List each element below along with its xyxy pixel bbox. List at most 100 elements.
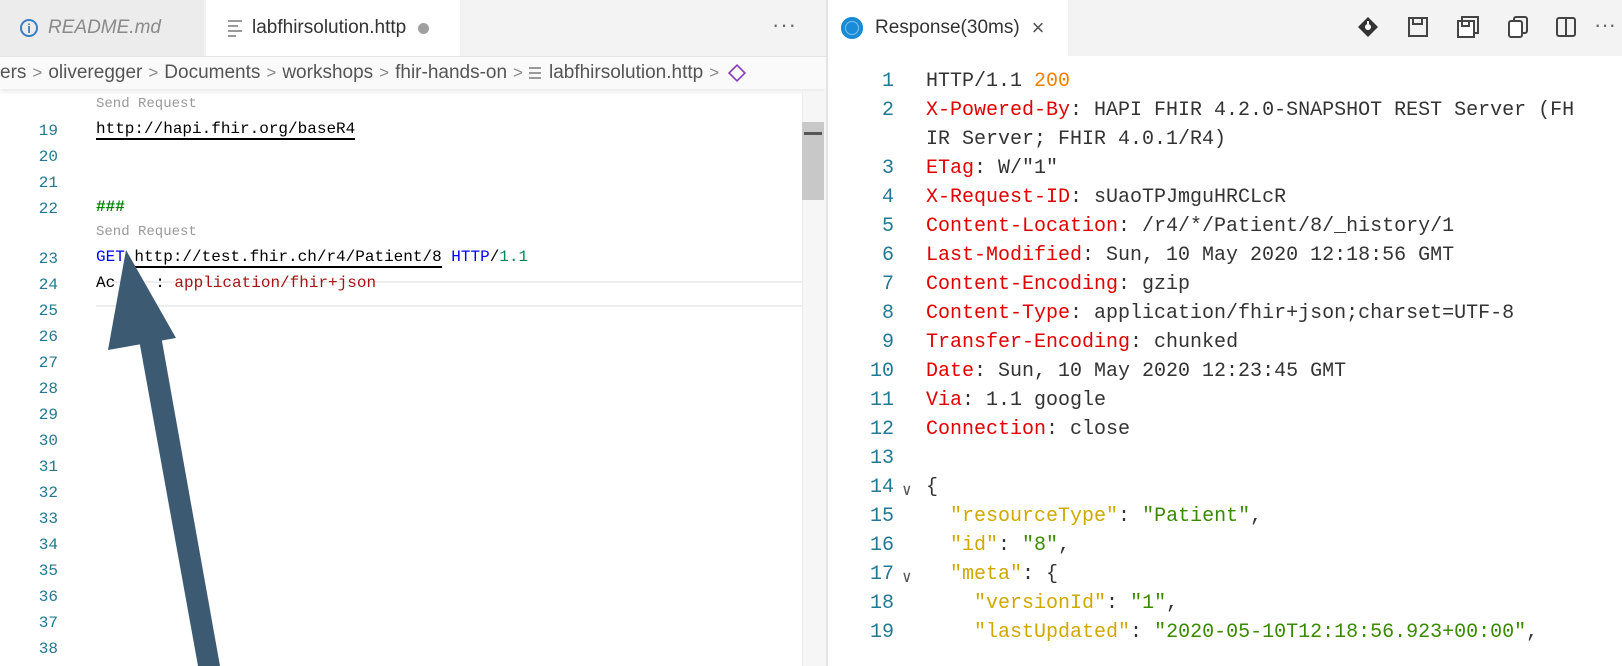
request-url-link[interactable]: http://test.fhir.ch/r4/Patient/8 [134, 248, 442, 268]
chevron-right-icon: > [32, 63, 43, 82]
breadcrumb-item[interactable]: workshops [282, 62, 373, 84]
breadcrumb-item[interactable]: Documents [164, 62, 260, 84]
line-number: 28 [38, 380, 58, 398]
response-line-number: 14 [869, 476, 894, 499]
line-number: 35 [38, 562, 58, 580]
response-text: : gzip [1118, 273, 1191, 296]
response-line: Content-Encoding: gzip [926, 273, 1190, 296]
http-keyword: HTTP [451, 248, 490, 266]
header-value: application/fhir+json [174, 274, 377, 292]
response-text: : close [1046, 418, 1131, 441]
line-number: 23 [38, 250, 58, 268]
split-editor-icon[interactable] [1554, 15, 1578, 39]
send-request-codelens[interactable]: Send Request [96, 224, 197, 240]
more-actions-button[interactable]: ··· [1594, 12, 1616, 38]
header-name: X-Powered-By [926, 99, 1071, 122]
fold-chevron-icon[interactable]: ∨ [902, 480, 912, 500]
response-line: "lastUpdated": "2020-05-10T12:18:56.923+… [926, 621, 1538, 644]
response-line-number: 18 [869, 592, 894, 615]
breadcrumb-item[interactable]: oliveregger [48, 62, 142, 84]
breadcrumb-item[interactable]: fhir-hands-on [395, 62, 507, 84]
save-all-icon[interactable] [1456, 15, 1480, 39]
git-commit-icon[interactable] [1356, 15, 1380, 39]
line-number: 19 [38, 122, 58, 140]
copy-icon[interactable] [1506, 15, 1530, 39]
symbol-cube-icon[interactable] [728, 63, 747, 83]
response-line: X-Request-ID: sUaoTPJmguHRCLcR [926, 186, 1286, 209]
save-icon[interactable] [1406, 15, 1430, 39]
response-text: : application/fhir+json;charset=UTF-8 [1070, 302, 1515, 325]
unsaved-dot-icon[interactable] [418, 22, 430, 34]
right-tab-bar: Response(30ms) × ··· [828, 0, 1622, 56]
response-line-number: 10 [869, 360, 894, 383]
request-editor-pane: i README.md labfhirsolution.http ··· ers… [0, 0, 826, 666]
response-text: { [926, 476, 939, 499]
response-line: ETag: W/"1" [926, 157, 1058, 180]
line-number: 20 [38, 148, 58, 166]
header-name: Last-Modified [926, 244, 1083, 267]
json-key: "lastUpdated" [974, 621, 1131, 644]
tab-labfhirsolution[interactable]: labfhirsolution.http [206, 0, 460, 56]
base-url-link[interactable]: http://hapi.fhir.org/baseR4 [96, 120, 356, 140]
fold-chevron-icon[interactable]: ∨ [902, 567, 912, 587]
breadcrumb: ers > oliveregger > Documents > workshop… [0, 57, 826, 89]
line-number: 33 [38, 510, 58, 528]
response-text: : [1130, 621, 1155, 644]
header-name-start: Ac [96, 274, 116, 292]
response-text: , [1250, 505, 1263, 528]
json-key: "versionId" [974, 592, 1107, 615]
response-text: : [998, 534, 1023, 557]
status-code: 200 [1034, 70, 1071, 93]
tab-readme[interactable]: i README.md [0, 0, 204, 56]
tab-response[interactable]: Response(30ms) × [828, 0, 1068, 56]
line-number: 32 [38, 484, 58, 502]
json-string: "1" [1130, 592, 1167, 615]
response-text: , [1526, 621, 1539, 644]
response-line: Via: 1.1 google [926, 389, 1106, 412]
line-number: 31 [38, 458, 58, 476]
response-line: Content-Location: /r4/*/Patient/8/_histo… [926, 215, 1454, 238]
response-line-number: 5 [881, 215, 894, 238]
response-line-number: 2 [881, 99, 894, 122]
close-icon[interactable]: × [1032, 15, 1045, 41]
response-line: Content-Type: application/fhir+json;char… [926, 302, 1514, 325]
response-line-number: 17 [869, 563, 894, 586]
response-line-number: 1 [881, 70, 894, 93]
header-name: Connection [926, 418, 1047, 441]
header-name: Transfer-Encoding [926, 331, 1131, 354]
tab-response-label: Response(30ms) [875, 17, 1020, 38]
header-name: X-Request-ID [926, 186, 1071, 209]
header-name: ETag [926, 157, 975, 180]
response-line-number: 13 [869, 447, 894, 470]
response-text: : W/"1" [974, 157, 1059, 180]
response-text: : chunked [1130, 331, 1239, 354]
response-text: : /r4/*/Patient/8/_history/1 [1118, 215, 1455, 238]
more-actions-button[interactable]: ··· [772, 12, 797, 38]
breadcrumb-item[interactable]: ers [0, 62, 26, 84]
file-lines-icon [528, 64, 541, 82]
send-request-codelens[interactable]: Send Request [96, 96, 197, 112]
response-line-number: 9 [881, 331, 894, 354]
line-number: 25 [38, 302, 58, 320]
json-string: "8" [1022, 534, 1059, 557]
breadcrumb-item[interactable]: labfhirsolution.http [549, 62, 703, 84]
response-line: Last-Modified: Sun, 10 May 2020 12:18:56… [926, 244, 1454, 267]
response-line: Date: Sun, 10 May 2020 12:23:45 GMT [926, 360, 1346, 383]
json-string: "2020-05-10T12:18:56.923+00:00" [1154, 621, 1527, 644]
line-number: 21 [38, 174, 58, 192]
code-line: http://hapi.fhir.org/baseR4 [96, 120, 356, 140]
line-number: 27 [38, 354, 58, 372]
header-line: Ac: application/fhir+json [96, 274, 376, 292]
response-line-number: 15 [869, 505, 894, 528]
response-text: , [1058, 534, 1071, 557]
code-editor[interactable]: Send Request 19 http://hapi.fhir.org/bas… [0, 92, 826, 666]
response-line: "id": "8", [926, 534, 1070, 557]
response-text: : Sun, 10 May 2020 12:18:56 GMT [1082, 244, 1455, 267]
chevron-right-icon: > [513, 63, 523, 82]
response-line-number: 7 [881, 273, 894, 296]
response-line: Connection: close [926, 418, 1130, 441]
response-text [926, 592, 974, 615]
response-text [926, 534, 950, 557]
tab-readme-label: README.md [48, 17, 161, 38]
line-number: 38 [38, 640, 58, 658]
